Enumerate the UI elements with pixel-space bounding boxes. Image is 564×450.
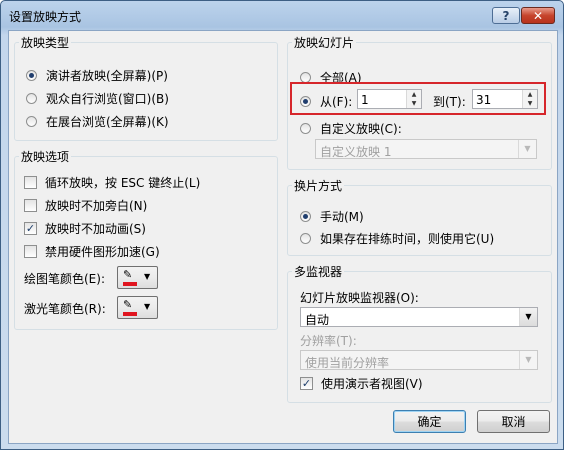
monitor-value: 自动 bbox=[305, 313, 330, 327]
radio-label: 观众自行浏览(窗口)(B) bbox=[46, 92, 169, 106]
spinner-buttons[interactable]: ▲ ▼ bbox=[522, 90, 537, 108]
laser-color-label: 激光笔颜色(R): bbox=[24, 302, 106, 316]
radio-label: 演讲者放映(全屏幕)(P) bbox=[46, 69, 168, 83]
slides-legend: 放映幻灯片 bbox=[294, 36, 355, 50]
to-slide-label: 到(T): bbox=[433, 95, 466, 109]
chevron-down-icon[interactable]: ▼ bbox=[519, 351, 537, 369]
spinner-buttons[interactable]: ▲ ▼ bbox=[406, 90, 421, 108]
radio-browse-window[interactable]: 观众自行浏览(窗口)(B) bbox=[26, 90, 169, 107]
color-swatch bbox=[123, 282, 137, 286]
radio-label: 从(F): bbox=[320, 95, 353, 109]
radio-label: 自定义放映(C): bbox=[320, 122, 402, 136]
from-slide-spinner[interactable]: 1 ▲ ▼ bbox=[357, 89, 422, 109]
radio-icon[interactable] bbox=[300, 211, 311, 222]
checkbox-checked-icon[interactable]: ✓ bbox=[24, 222, 37, 235]
to-slide-spinner[interactable]: 31 ▲ ▼ bbox=[472, 89, 538, 109]
spin-up-icon[interactable]: ▲ bbox=[523, 90, 537, 99]
paint-bucket-icon: ✎ bbox=[123, 298, 133, 311]
radio-custom-show[interactable]: 自定义放映(C): bbox=[300, 120, 402, 137]
checkbox-label: 禁用硬件图形加速(G) bbox=[45, 245, 160, 259]
checkbox-icon[interactable] bbox=[24, 245, 37, 258]
pen-color-button[interactable]: ✎ ▼ bbox=[117, 266, 158, 289]
custom-show-value: 自定义放映 1 bbox=[320, 145, 392, 159]
radio-icon[interactable] bbox=[300, 96, 311, 107]
resolution-label: 分辨率(T): bbox=[300, 334, 357, 348]
checkbox-icon[interactable] bbox=[24, 199, 37, 212]
monitors-legend: 多监视器 bbox=[294, 265, 343, 279]
checkbox-checked-icon[interactable]: ✓ bbox=[300, 377, 313, 390]
checkbox-label: 放映时不加旁白(N) bbox=[45, 199, 148, 213]
paint-bucket-icon: ✎ bbox=[123, 268, 133, 281]
chevron-down-icon: ▼ bbox=[144, 302, 151, 311]
dialog-body: 放映类型 演讲者放映(全屏幕)(P) 观众自行浏览(窗口)(B) 在展台浏览(全… bbox=[8, 30, 558, 444]
custom-show-select[interactable]: 自定义放映 1 ▼ bbox=[315, 139, 537, 159]
checkbox-label: 循环放映，按 ESC 键终止(L) bbox=[45, 176, 201, 190]
check-disable-hw-accel[interactable]: 禁用硬件图形加速(G) bbox=[24, 243, 160, 260]
advance-legend: 换片方式 bbox=[294, 179, 343, 193]
dialog-window: 设置放映方式 ? ✕ 放映类型 演讲者放映(全屏幕)(P) 观众自行浏览(窗口)… bbox=[0, 0, 564, 450]
radio-from-slides[interactable]: 从(F): bbox=[300, 93, 352, 110]
radio-label: 在展台浏览(全屏幕)(K) bbox=[46, 115, 169, 129]
pen-color-label: 绘图笔颜色(E): bbox=[24, 272, 105, 286]
chevron-down-icon: ▼ bbox=[144, 272, 151, 281]
check-loop[interactable]: 循环放映，按 ESC 键终止(L) bbox=[24, 174, 200, 191]
resolution-select[interactable]: 使用当前分辨率 ▼ bbox=[300, 350, 538, 370]
title-bar[interactable]: 设置放映方式 ? ✕ bbox=[1, 1, 563, 31]
radio-icon[interactable] bbox=[26, 93, 37, 104]
radio-icon[interactable] bbox=[300, 123, 311, 134]
laser-color-button[interactable]: ✎ ▼ bbox=[117, 296, 158, 319]
radio-kiosk[interactable]: 在展台浏览(全屏幕)(K) bbox=[26, 113, 169, 130]
check-no-narration[interactable]: 放映时不加旁白(N) bbox=[24, 197, 147, 214]
check-no-animation[interactable]: ✓ 放映时不加动画(S) bbox=[24, 220, 146, 237]
close-button[interactable]: ✕ bbox=[521, 7, 555, 24]
radio-icon[interactable] bbox=[300, 233, 311, 244]
chevron-down-icon[interactable]: ▼ bbox=[519, 308, 537, 326]
help-button[interactable]: ? bbox=[492, 7, 520, 24]
monitor-label: 幻灯片放映监视器(O): bbox=[300, 291, 419, 305]
radio-manual[interactable]: 手动(M) bbox=[300, 208, 364, 225]
check-presenter-view[interactable]: ✓ 使用演示者视图(V) bbox=[300, 375, 423, 392]
radio-label: 如果存在排练时间，则使用它(U) bbox=[320, 232, 495, 246]
radio-use-timings[interactable]: 如果存在排练时间，则使用它(U) bbox=[300, 230, 494, 247]
show-type-legend: 放映类型 bbox=[21, 36, 70, 50]
color-swatch bbox=[123, 312, 137, 316]
chevron-down-icon[interactable]: ▼ bbox=[518, 140, 536, 158]
checkbox-label: 使用演示者视图(V) bbox=[321, 377, 423, 391]
checkbox-label: 放映时不加动画(S) bbox=[45, 222, 146, 236]
to-slide-value[interactable]: 31 bbox=[476, 93, 491, 107]
radio-presenter-fullscreen[interactable]: 演讲者放映(全屏幕)(P) bbox=[26, 67, 168, 84]
monitor-select[interactable]: 自动 ▼ bbox=[300, 307, 538, 327]
radio-label: 手动(M) bbox=[320, 210, 364, 224]
show-options-legend: 放映选项 bbox=[21, 150, 70, 164]
ok-button[interactable]: 确定 bbox=[393, 410, 466, 433]
spin-down-icon[interactable]: ▼ bbox=[407, 99, 421, 108]
spin-up-icon[interactable]: ▲ bbox=[407, 90, 421, 99]
radio-icon[interactable] bbox=[26, 116, 37, 127]
radio-icon[interactable] bbox=[26, 70, 37, 81]
from-slide-value[interactable]: 1 bbox=[361, 93, 369, 107]
resolution-value: 使用当前分辨率 bbox=[305, 356, 390, 370]
dialog-title: 设置放映方式 bbox=[9, 10, 82, 24]
spin-down-icon[interactable]: ▼ bbox=[523, 99, 537, 108]
cancel-button[interactable]: 取消 bbox=[477, 410, 550, 433]
checkbox-icon[interactable] bbox=[24, 176, 37, 189]
